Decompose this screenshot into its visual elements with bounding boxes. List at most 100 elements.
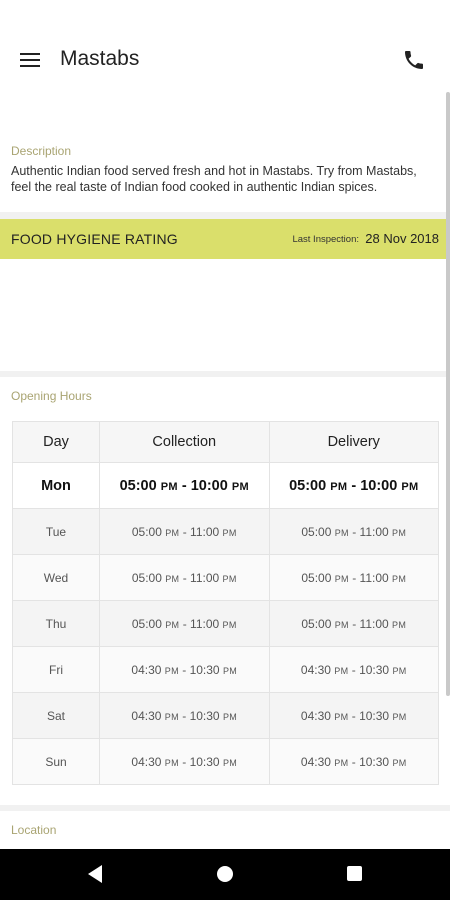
period-to: PM (222, 665, 238, 676)
column-header-collection: Collection (99, 421, 270, 463)
time-from: 04:30 (131, 708, 162, 723)
period-from: PM (164, 711, 179, 722)
period-to: PM (222, 573, 237, 584)
system-nav-bar (0, 849, 450, 900)
food-hygiene-rating-body (0, 259, 450, 371)
time-separator: - (179, 524, 191, 539)
day-cell: Wed (12, 554, 100, 601)
day-cell: Tue (12, 508, 100, 555)
time-from: 05:00 (289, 477, 327, 494)
time-separator: - (178, 662, 190, 677)
time-from: 05:00 (131, 570, 162, 585)
time-separator: - (348, 616, 360, 631)
delivery-hours-cell: 05:00 PM - 11:00 PM (268, 600, 439, 647)
time-separator: - (348, 708, 360, 723)
hours-row-fri: Fri 04:30 PM - 10:30 PM 04:30 PM - 10:30 P… (12, 646, 439, 693)
time-from: 04:30 (300, 708, 331, 723)
opening-hours-label: Opening Hours (11, 389, 92, 403)
time-from: 04:30 (300, 754, 331, 769)
recents-square-icon[interactable] (347, 866, 362, 881)
scrollbar[interactable] (446, 92, 450, 696)
collection-hours-cell: 04:30 PM - 10:30 PM (99, 738, 270, 785)
time-to: 11:00 (359, 524, 389, 539)
time-to: 10:30 (359, 708, 390, 723)
delivery-hours-cell: 05:00 PM - 11:00 PM (268, 554, 439, 601)
delivery-hours-cell: 04:30 PM - 10:30 PM (268, 646, 439, 693)
day-cell: Fri (12, 646, 100, 693)
hours-row-mon: Mon 05:00 PM - 10:00 PM 05:00 PM - 10:00 P… (12, 462, 439, 509)
time-to: 10:00 (360, 477, 398, 494)
time-from: 04:30 (300, 662, 331, 677)
day-cell: Sun (12, 738, 100, 785)
back-triangle-icon[interactable] (88, 865, 102, 883)
time-separator: - (348, 662, 360, 677)
time-to: 10:30 (189, 662, 220, 677)
time-to: 10:00 (190, 477, 228, 494)
column-header-delivery: Delivery (268, 421, 439, 463)
page-title: Mastabs (60, 47, 140, 70)
period-from: PM (160, 480, 178, 493)
time-from: 05:00 (301, 524, 332, 539)
hours-row-sun: Sun 04:30 PM - 10:30 PM 04:30 PM - 10:30 P… (12, 738, 439, 785)
period-from: PM (164, 665, 179, 676)
time-separator: - (347, 477, 361, 494)
time-separator: - (348, 524, 360, 539)
time-from: 04:30 (131, 754, 162, 769)
time-separator: - (348, 570, 360, 585)
home-circle-icon[interactable] (217, 866, 233, 882)
period-from: PM (334, 619, 349, 630)
period-to: PM (222, 757, 238, 768)
time-from: 05:00 (119, 477, 157, 494)
food-hygiene-rating-bar: FOOD HYGIENE RATING Last Inspection: 28 … (0, 219, 450, 259)
hours-row-sat: Sat 04:30 PM - 10:30 PM 04:30 PM - 10:30 P… (12, 692, 439, 739)
time-separator: - (178, 708, 190, 723)
location-section: Location (0, 811, 450, 851)
delivery-hours-cell: 04:30 PM - 10:30 PM (268, 738, 439, 785)
period-from: PM (334, 757, 349, 768)
time-to: 11:00 (359, 570, 389, 585)
period-from: PM (164, 757, 179, 768)
column-header-day: Day (12, 421, 100, 463)
time-to: 10:30 (189, 708, 220, 723)
last-inspection-date: 28 Nov 2018 (365, 231, 439, 246)
hours-row-thu: Thu 05:00 PM - 11:00 PM 05:00 PM - 11:00 P… (12, 600, 439, 647)
period-from: PM (165, 527, 180, 538)
location-label: Location (11, 823, 57, 837)
time-separator: - (179, 570, 191, 585)
period-to: PM (392, 665, 407, 676)
time-to: 11:00 (190, 616, 220, 631)
period-to: PM (222, 527, 237, 538)
app-bar: Mastabs (0, 0, 450, 120)
phone-icon[interactable] (402, 48, 426, 72)
time-separator: - (179, 616, 191, 631)
time-to: 10:30 (189, 754, 220, 769)
time-to: 11:00 (190, 524, 220, 539)
hours-row-tue: Tue 05:00 PM - 11:00 PM 05:00 PM - 11:00 P… (12, 508, 439, 555)
time-from: 05:00 (131, 524, 162, 539)
period-from: PM (334, 665, 349, 676)
period-to: PM (401, 480, 419, 493)
time-separator: - (177, 477, 191, 494)
period-from: PM (330, 480, 348, 493)
time-separator: - (348, 754, 360, 769)
hamburger-menu-icon[interactable] (20, 52, 40, 68)
delivery-hours-cell: 05:00 PM - 10:00 PM (268, 462, 439, 509)
period-from: PM (165, 619, 180, 630)
day-cell: Mon (12, 462, 100, 509)
period-to: PM (222, 619, 237, 630)
collection-hours-cell: 05:00 PM - 11:00 PM (99, 508, 270, 555)
time-from: 05:00 (301, 570, 332, 585)
time-from: 04:30 (131, 662, 162, 677)
collection-hours-cell: 04:30 PM - 10:30 PM (99, 646, 270, 693)
last-inspection-label: Last Inspection: (292, 234, 359, 245)
period-to: PM (222, 711, 238, 722)
collection-hours-cell: 04:30 PM - 10:30 PM (99, 692, 270, 739)
time-to: 10:30 (359, 662, 390, 677)
delivery-hours-cell: 05:00 PM - 11:00 PM (268, 508, 439, 555)
time-to: 10:30 (359, 754, 390, 769)
time-to: 11:00 (190, 570, 220, 585)
time-to: 11:00 (359, 616, 389, 631)
description-section: Description Authentic Indian food served… (0, 120, 450, 212)
collection-hours-cell: 05:00 PM - 10:00 PM (99, 462, 270, 509)
time-from: 05:00 (131, 616, 162, 631)
